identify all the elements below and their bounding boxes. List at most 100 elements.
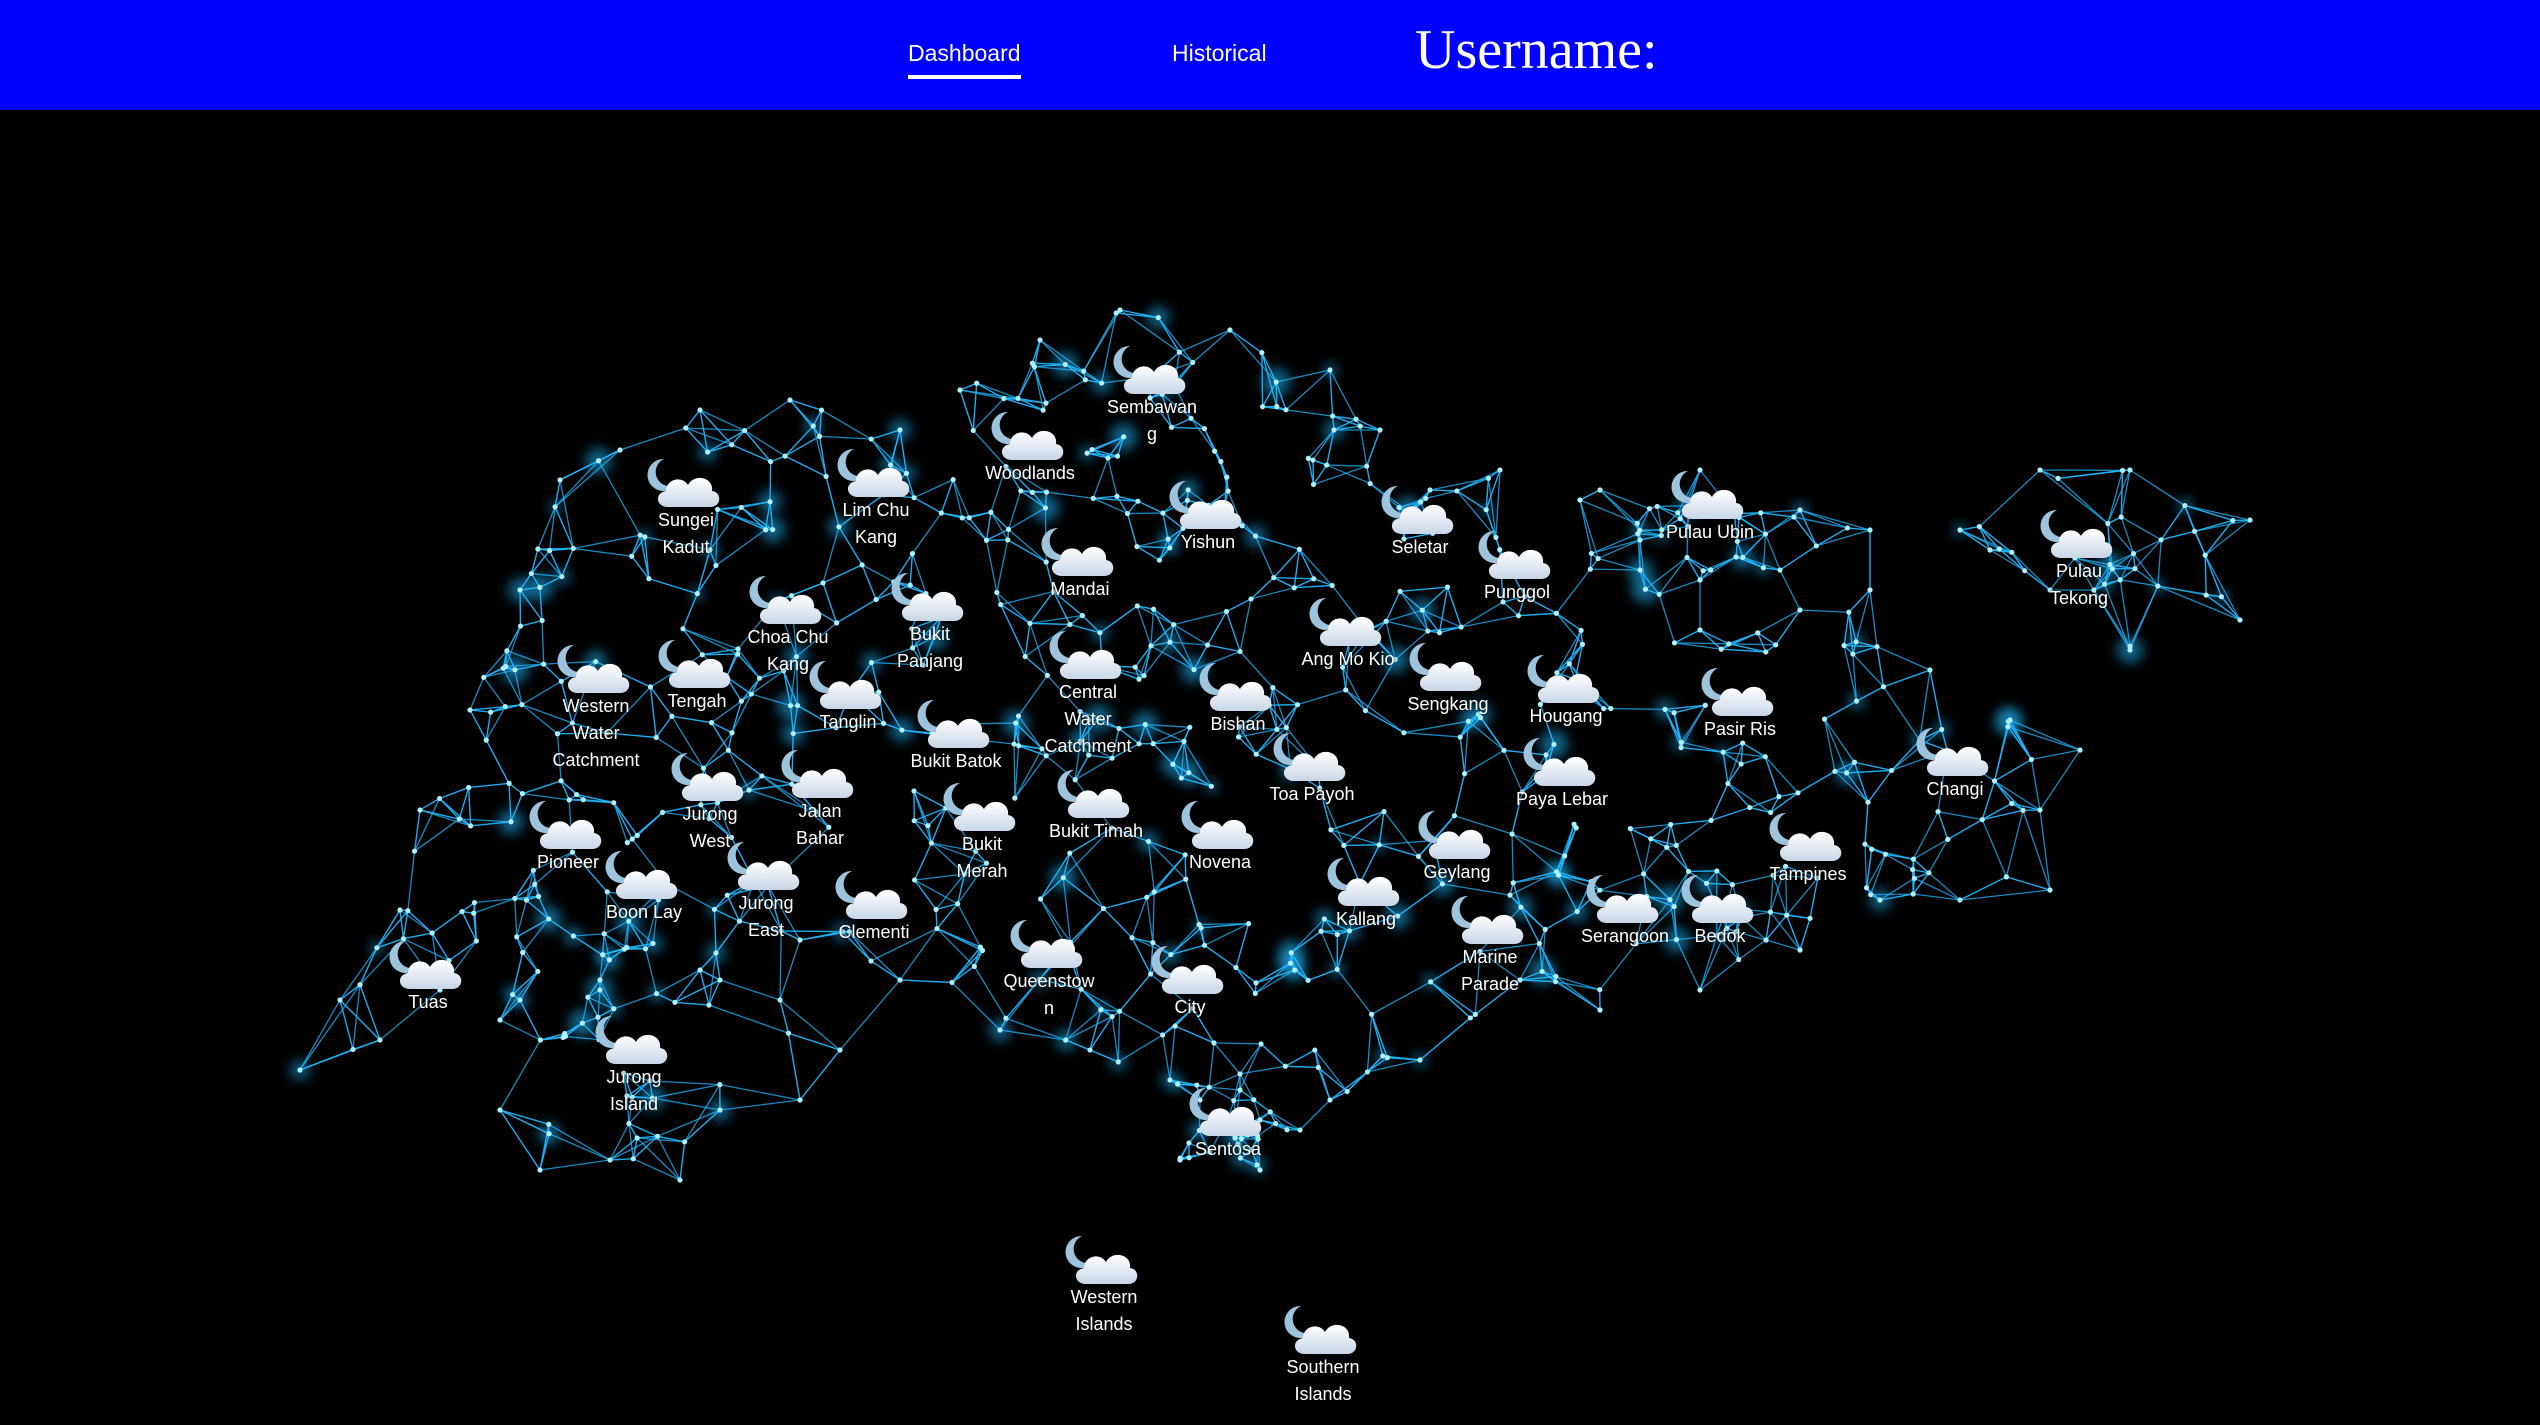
network-node — [467, 707, 473, 713]
network-node — [1283, 407, 1289, 413]
network-node — [653, 991, 660, 997]
network-edge — [961, 517, 987, 541]
network-node — [777, 997, 783, 1003]
network-edge — [2157, 585, 2207, 596]
network-node — [570, 933, 576, 939]
network-edge — [1326, 464, 1367, 467]
network-node — [483, 737, 489, 743]
region-marker[interactable]: Bishan — [1158, 659, 1318, 738]
region-marker[interactable]: Queenstown — [969, 916, 1129, 1022]
region-marker[interactable]: Tuas — [348, 937, 508, 1016]
night-cloudy-icon — [950, 408, 1110, 464]
region-marker[interactable]: Pulau Ubin — [1630, 467, 1790, 546]
network-node — [2055, 475, 2061, 481]
region-marker[interactable]: Boon Lay — [564, 847, 724, 926]
network-node — [1867, 527, 1873, 533]
region-marker[interactable]: Sungei Kadut — [606, 455, 766, 561]
network-node — [585, 994, 591, 1000]
network-edge — [1579, 489, 1601, 501]
network-node — [959, 515, 965, 521]
region-label: City — [1174, 997, 1206, 1017]
region-marker[interactable]: Marine Parade — [1410, 892, 1570, 998]
region-marker[interactable]: Paya Lebar — [1482, 734, 1642, 813]
network-node — [949, 979, 955, 986]
network-edge — [2204, 554, 2241, 621]
region-marker[interactable]: Novena — [1140, 797, 1300, 876]
night-cloudy-icon — [564, 847, 724, 903]
region-marker[interactable]: Hougang — [1486, 651, 1646, 730]
region-marker[interactable]: Changi — [1875, 724, 2035, 803]
region-marker[interactable]: Clementi — [794, 867, 954, 946]
network-edge — [968, 517, 987, 541]
region-marker[interactable]: Tengah — [617, 636, 777, 715]
network-node — [1579, 641, 1586, 647]
region-marker[interactable]: Bedok — [1640, 871, 1800, 950]
network-node — [717, 1107, 723, 1113]
network-edge — [1359, 426, 1368, 467]
region-marker[interactable]: Pulau Tekong — [1999, 506, 2159, 612]
network-edge — [458, 787, 470, 820]
network-node — [1844, 525, 1851, 531]
network-node — [1288, 950, 1294, 956]
region-label: Bukit Timah — [1048, 821, 1144, 841]
network-node — [617, 447, 623, 453]
network-node — [1700, 568, 1706, 574]
night-cloudy-icon — [708, 572, 868, 628]
night-cloudy-icon — [1630, 467, 1790, 523]
network-node — [1736, 957, 1742, 963]
network-node — [1287, 960, 1294, 966]
region-marker[interactable]: Southern Islands — [1243, 1302, 1403, 1408]
nav-historical-link[interactable]: Historical — [1172, 40, 1267, 75]
region-marker[interactable]: Lim Chu Kang — [796, 445, 956, 551]
network-edge — [674, 969, 701, 1003]
network-edge — [1757, 609, 1801, 634]
network-node — [1223, 608, 1230, 615]
network-node — [1183, 876, 1189, 882]
night-cloudy-icon — [1110, 942, 1270, 998]
network-node — [1668, 821, 1674, 828]
network-node — [1117, 307, 1123, 313]
region-marker[interactable]: Sentosa — [1148, 1084, 1308, 1163]
network-edge — [1239, 1065, 1286, 1075]
network-node — [1329, 582, 1335, 589]
network-node — [1296, 546, 1302, 552]
region-marker[interactable]: Jurong Island — [554, 1012, 714, 1118]
network-node — [1910, 891, 1916, 897]
region-marker[interactable]: City — [1110, 942, 1270, 1021]
network-node — [1167, 639, 1173, 645]
network-node — [1401, 730, 1407, 736]
region-marker[interactable]: Woodlands — [950, 408, 1110, 487]
network-edge — [1650, 838, 1668, 848]
network-node — [1795, 790, 1801, 796]
network-edge — [414, 818, 460, 852]
network-node — [1211, 448, 1218, 454]
network-node — [1218, 458, 1224, 465]
region-marker[interactable]: Pasir Ris — [1660, 664, 1820, 743]
network-node — [488, 709, 494, 715]
network-node — [503, 663, 509, 670]
region-marker[interactable]: Western Islands — [1024, 1232, 1184, 1338]
network-node — [1134, 603, 1140, 609]
region-label: Pulau Tekong — [2049, 561, 2109, 608]
region-label: Lim Chu Kang — [842, 500, 910, 547]
network-node — [1151, 889, 1157, 895]
network-edge — [1329, 369, 1357, 420]
network-node — [1063, 1037, 1069, 1043]
region-marker[interactable]: Jalan Bahar — [740, 746, 900, 852]
region-label: Central Water Catchment — [1044, 682, 1132, 756]
network-node — [519, 791, 526, 797]
region-marker[interactable]: Bukit Batok — [876, 696, 1036, 775]
network-edge — [399, 909, 405, 939]
network-node — [682, 1139, 688, 1145]
network-node — [868, 436, 874, 442]
nav-dashboard-link[interactable]: Dashboard — [908, 40, 1021, 79]
network-edge — [2039, 809, 2051, 891]
network-node — [1292, 967, 1298, 973]
singapore-network-map: Sembawang Woodlands Sungei Kadut Lim Chu Ka… — [0, 110, 2540, 1425]
region-marker[interactable]: Mandai — [1000, 524, 1160, 603]
network-edge — [1419, 1017, 1471, 1061]
region-marker[interactable]: Punggol — [1437, 527, 1597, 606]
network-node — [2047, 887, 2053, 893]
network-node — [1178, 775, 1184, 781]
network-edge — [1793, 516, 1848, 529]
